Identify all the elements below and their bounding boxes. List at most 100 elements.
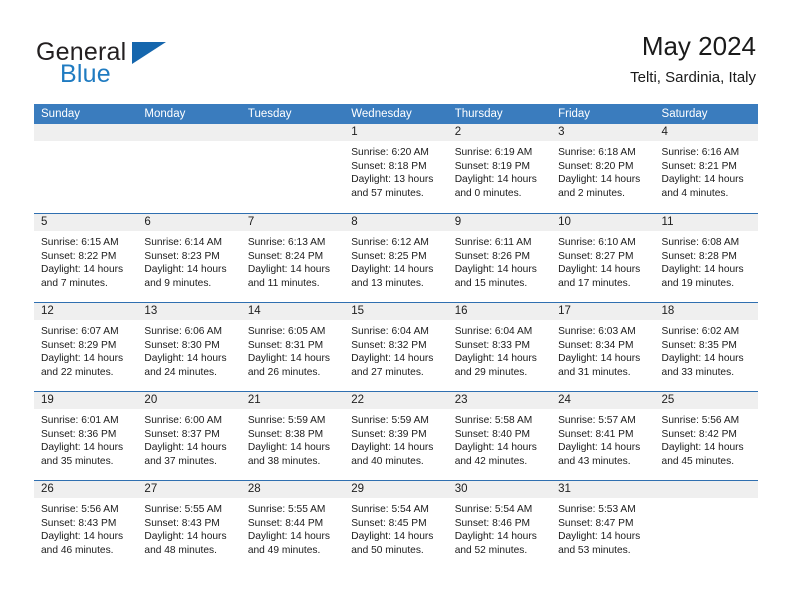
sunrise-text: Sunrise: 6:05 AM [247, 326, 326, 337]
sunset-text: Sunset: 8:43 PM [41, 517, 117, 529]
day-number: 4 [661, 126, 668, 138]
calendar-week-row: 19 Sunrise: 6:01 AM Sunset: 8:36 PM Dayligh… [34, 391, 758, 480]
calendar-day-cell[interactable]: 24 Sunrise: 5:57 AM Sunset: 8:41 PM Dayligh… [551, 392, 655, 480]
daylight-text-line2: and 43 minutes. [558, 455, 631, 467]
calendar-day-cell[interactable]: 29 Sunrise: 5:54 AM Sunset: 8:45 PM Dayligh… [344, 481, 448, 569]
general-blue-logo[interactable]: General Blue [36, 38, 226, 90]
calendar-day-cell[interactable]: 9 Sunrise: 6:11 AM Sunset: 8:26 PM Daylight… [447, 214, 552, 302]
daylight-text-line1: Daylight: 14 hours [454, 353, 537, 365]
day-details: Sunrise: 6:19 AM Sunset: 8:19 PM Daylight:… [448, 141, 551, 200]
day-details: Sunrise: 6:05 AM Sunset: 8:31 PM Daylight:… [241, 320, 344, 379]
calendar-day-cell[interactable]: 2 Sunrise: 6:19 AM Sunset: 8:19 PM Daylight… [447, 124, 552, 213]
weekday-header-wednesday: Wednesday [351, 108, 412, 120]
calendar-day-cell[interactable]: 16 Sunrise: 6:04 AM Sunset: 8:33 PM Dayligh… [447, 303, 552, 391]
day-details: Sunrise: 6:04 AM Sunset: 8:33 PM Daylight:… [448, 320, 551, 379]
day-details: Sunrise: 5:54 AM Sunset: 8:46 PM Daylight:… [448, 498, 551, 557]
calendar-day-cell[interactable]: 17 Sunrise: 6:03 AM Sunset: 8:34 PM Dayligh… [551, 303, 655, 391]
day-number: 19 [41, 394, 54, 406]
calendar-week-row: 12 Sunrise: 6:07 AM Sunset: 8:29 PM Dayligh… [34, 302, 758, 391]
calendar-day-cell[interactable]: 23 Sunrise: 5:58 AM Sunset: 8:40 PM Dayligh… [447, 392, 552, 480]
daylight-text-line2: and 57 minutes. [351, 187, 424, 199]
weekday-header-saturday: Saturday [661, 108, 708, 120]
calendar-day-cell[interactable]: 19 Sunrise: 6:01 AM Sunset: 8:36 PM Dayligh… [34, 392, 138, 480]
logo-text-blue: Blue [60, 60, 111, 88]
calendar-day-cell-empty [34, 124, 138, 213]
calendar-day-cell[interactable]: 4 Sunrise: 6:16 AM Sunset: 8:21 PM Daylight… [654, 124, 758, 213]
day-number: 28 [247, 483, 261, 495]
day-details: Sunrise: 6:01 AM Sunset: 8:36 PM Daylight:… [34, 409, 137, 468]
day-number-band [240, 124, 345, 141]
calendar-day-cell[interactable]: 1 Sunrise: 6:20 AM Sunset: 8:18 PM Daylight… [344, 124, 448, 213]
sunrise-text: Sunrise: 6:10 AM [558, 237, 636, 248]
calendar-day-cell[interactable]: 12 Sunrise: 6:07 AM Sunset: 8:29 PM Dayligh… [34, 303, 138, 391]
sunrise-text: Sunrise: 6:15 AM [41, 237, 119, 248]
day-details: Sunrise: 6:18 AM Sunset: 8:20 PM Daylight:… [551, 141, 654, 200]
daylight-text-line2: and 50 minutes. [351, 544, 424, 556]
calendar-day-cell[interactable]: 5 Sunrise: 6:15 AM Sunset: 8:22 PM Daylight… [34, 214, 138, 302]
day-number: 8 [351, 216, 358, 228]
sunrise-text: Sunrise: 6:13 AM [247, 237, 326, 248]
day-number: 6 [144, 216, 151, 228]
daylight-text-line1: Daylight: 14 hours [247, 353, 330, 365]
sunset-text: Sunset: 8:23 PM [144, 250, 220, 262]
daylight-text-line2: and 35 minutes. [41, 455, 114, 467]
calendar-day-cell[interactable]: 6 Sunrise: 6:14 AM Sunset: 8:23 PM Daylight… [137, 214, 241, 302]
day-details: Sunrise: 5:53 AM Sunset: 8:47 PM Daylight:… [551, 498, 654, 557]
day-number-band: 10 [551, 214, 655, 231]
sunrise-text: Sunrise: 6:04 AM [454, 326, 533, 337]
day-number-band: 20 [137, 392, 241, 409]
sunrise-text: Sunrise: 6:12 AM [351, 237, 429, 248]
day-details: Sunrise: 5:59 AM Sunset: 8:39 PM Daylight:… [344, 409, 447, 468]
day-number: 18 [661, 305, 675, 317]
day-details: Sunrise: 5:58 AM Sunset: 8:40 PM Daylight:… [448, 409, 551, 468]
daylight-text-line1: Daylight: 14 hours [247, 442, 330, 454]
sunset-text: Sunset: 8:22 PM [41, 250, 117, 262]
weekday-header-monday: Monday [144, 108, 186, 120]
day-details: Sunrise: 5:56 AM Sunset: 8:43 PM Daylight:… [34, 498, 137, 557]
calendar-day-cell[interactable]: 28 Sunrise: 5:55 AM Sunset: 8:44 PM Dayligh… [240, 481, 345, 569]
sunrise-text: Sunrise: 5:54 AM [351, 504, 429, 515]
daylight-text-line2: and 37 minutes. [144, 455, 217, 467]
calendar-day-cell[interactable]: 11 Sunrise: 6:08 AM Sunset: 8:28 PM Dayligh… [654, 214, 758, 302]
calendar-day-cell[interactable]: 3 Sunrise: 6:18 AM Sunset: 8:20 PM Daylight… [551, 124, 655, 213]
sunrise-text: Sunrise: 6:06 AM [144, 326, 223, 337]
daylight-text-line2: and 13 minutes. [351, 277, 424, 289]
weekday-header-row: Sunday Monday Tuesday Wednesday Thursday… [34, 104, 758, 124]
daylight-text-line2: and 0 minutes. [454, 187, 522, 199]
calendar-day-cell[interactable]: 15 Sunrise: 6:04 AM Sunset: 8:32 PM Dayligh… [344, 303, 448, 391]
daylight-text-line1: Daylight: 14 hours [661, 353, 744, 365]
calendar-day-cell[interactable]: 21 Sunrise: 5:59 AM Sunset: 8:38 PM Dayligh… [240, 392, 345, 480]
sunset-text: Sunset: 8:33 PM [454, 339, 531, 351]
calendar-day-cell[interactable]: 14 Sunrise: 6:05 AM Sunset: 8:31 PM Dayligh… [240, 303, 345, 391]
daylight-text-line1: Daylight: 14 hours [558, 442, 641, 454]
calendar-day-cell[interactable]: 25 Sunrise: 5:56 AM Sunset: 8:42 PM Dayligh… [654, 392, 758, 480]
calendar-day-cell[interactable]: 10 Sunrise: 6:10 AM Sunset: 8:27 PM Dayligh… [551, 214, 655, 302]
sunrise-text: Sunrise: 6:00 AM [144, 415, 223, 426]
calendar-day-cell[interactable]: 22 Sunrise: 5:59 AM Sunset: 8:39 PM Dayligh… [344, 392, 448, 480]
day-details: Sunrise: 6:16 AM Sunset: 8:21 PM Daylight:… [655, 141, 758, 200]
sunset-text: Sunset: 8:18 PM [351, 160, 427, 172]
sunset-text: Sunset: 8:24 PM [247, 250, 324, 262]
day-details: Sunrise: 6:06 AM Sunset: 8:30 PM Daylight:… [137, 320, 240, 379]
calendar-day-cell[interactable]: 26 Sunrise: 5:56 AM Sunset: 8:43 PM Dayligh… [34, 481, 138, 569]
sunset-text: Sunset: 8:27 PM [558, 250, 634, 262]
day-number: 13 [144, 305, 158, 317]
daylight-text-line1: Daylight: 13 hours [351, 174, 434, 186]
calendar-day-cell[interactable]: 30 Sunrise: 5:54 AM Sunset: 8:46 PM Dayligh… [447, 481, 552, 569]
daylight-text-line1: Daylight: 14 hours [351, 264, 434, 276]
calendar-day-cell[interactable]: 20 Sunrise: 6:00 AM Sunset: 8:37 PM Dayligh… [137, 392, 241, 480]
day-number-band: 21 [240, 392, 345, 409]
sunset-text: Sunset: 8:30 PM [144, 339, 220, 351]
calendar-day-cell[interactable]: 31 Sunrise: 5:53 AM Sunset: 8:47 PM Dayligh… [551, 481, 655, 569]
day-number: 24 [558, 394, 571, 406]
daylight-text-line2: and 29 minutes. [454, 366, 528, 378]
calendar-day-cell[interactable]: 27 Sunrise: 5:55 AM Sunset: 8:43 PM Dayligh… [137, 481, 241, 569]
calendar-day-cell[interactable]: 8 Sunrise: 6:12 AM Sunset: 8:25 PM Daylight… [344, 214, 448, 302]
daylight-text-line2: and 27 minutes. [351, 366, 424, 378]
daylight-text-line2: and 15 minutes. [454, 277, 528, 289]
sunrise-text: Sunrise: 6:08 AM [661, 237, 740, 248]
day-details: Sunrise: 6:02 AM Sunset: 8:35 PM Daylight:… [655, 320, 758, 379]
calendar-day-cell[interactable]: 7 Sunrise: 6:13 AM Sunset: 8:24 PM Daylight… [240, 214, 345, 302]
calendar-day-cell[interactable]: 13 Sunrise: 6:06 AM Sunset: 8:30 PM Dayligh… [137, 303, 241, 391]
calendar-day-cell[interactable]: 18 Sunrise: 6:02 AM Sunset: 8:35 PM Dayligh… [654, 303, 758, 391]
